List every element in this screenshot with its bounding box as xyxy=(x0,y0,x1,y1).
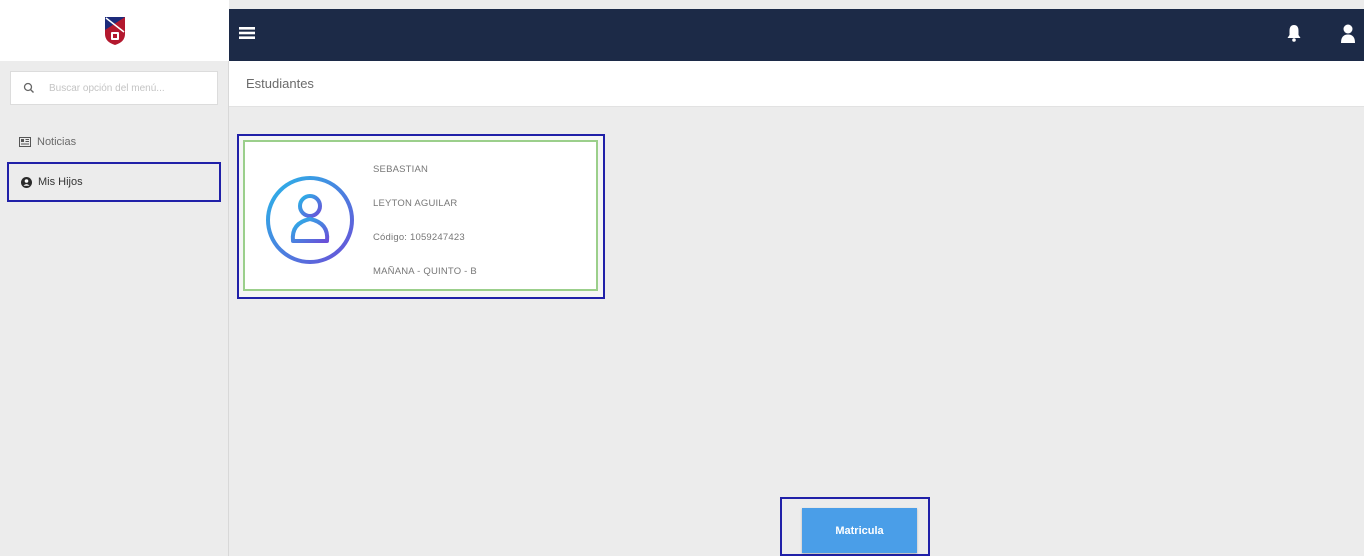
sidebar-item-label: Noticias xyxy=(37,136,77,148)
sidebar-item-mis-hijos[interactable]: Mis Hijos xyxy=(7,162,221,202)
logo-area xyxy=(0,0,229,61)
avatar-icon xyxy=(266,176,354,264)
student-first-name: SEBASTIAN xyxy=(373,164,429,175)
newspaper-icon xyxy=(19,137,31,147)
matricula-button[interactable]: Matricula xyxy=(802,508,917,553)
search-icon xyxy=(23,82,34,93)
bell-icon[interactable] xyxy=(1287,24,1301,42)
menu-search-input[interactable] xyxy=(49,82,209,94)
page-header: Estudiantes xyxy=(229,61,1364,107)
school-shield-logo xyxy=(104,16,125,45)
menu-search-box[interactable] xyxy=(10,71,218,105)
sidebar-item-noticias[interactable]: Noticias xyxy=(7,122,221,162)
user-icon[interactable] xyxy=(1341,24,1355,44)
student-info: SEBASTIAN LEYTON AGUILAR Código: 1059247… xyxy=(373,164,477,300)
student-last-name: LEYTON AGUILAR xyxy=(373,198,458,209)
page-title: Estudiantes xyxy=(246,76,314,91)
user-circle-icon xyxy=(21,176,32,188)
student-code: Código: 1059247423 xyxy=(373,232,465,243)
sidebar-item-label: Mis Hijos xyxy=(38,176,83,188)
student-group: MAÑANA - QUINTO - B xyxy=(373,266,477,277)
student-card[interactable]: SEBASTIAN LEYTON AGUILAR Código: 1059247… xyxy=(243,140,598,291)
top-navbar xyxy=(229,9,1364,61)
menu-icon[interactable] xyxy=(239,26,255,40)
sidebar: Noticias Mis Hijos xyxy=(0,0,229,556)
